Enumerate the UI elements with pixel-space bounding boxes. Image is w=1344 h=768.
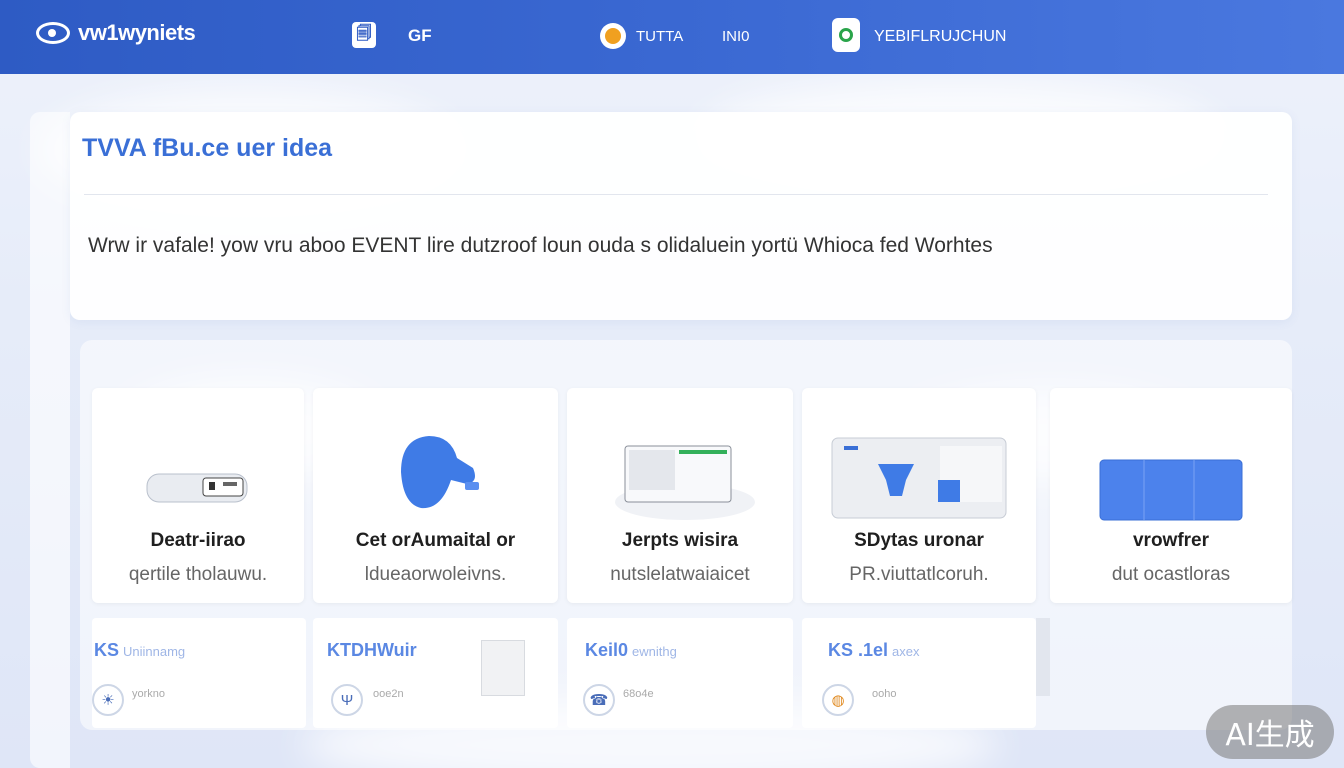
product-title: Cet orAumaital or bbox=[355, 530, 516, 551]
status-indicator-icon bbox=[600, 23, 626, 49]
product-card[interactable]: Jerpts wisira nutslelatwaiaicet bbox=[567, 388, 793, 603]
stat-heading: KS .1el axex bbox=[828, 640, 920, 660]
device-illustration-icon bbox=[146, 473, 248, 503]
product-title: Deatr-iirao bbox=[150, 530, 246, 551]
intro-description: Wrw ir vafale! yow vru aboo EVENT lire d… bbox=[88, 234, 993, 257]
side-panel bbox=[30, 112, 70, 768]
product-card[interactable]: SDytas uronar PR.viuttatlcoruh. bbox=[802, 388, 1036, 603]
product-subtitle: qertile tholauwu. bbox=[128, 564, 268, 585]
product-card[interactable]: Cet orAumaital or ldueaorwoleivns. bbox=[313, 388, 558, 603]
stat-value: ooe2n bbox=[373, 688, 404, 700]
monitor-illustration-icon bbox=[615, 445, 755, 520]
sun-icon: ☀ bbox=[92, 684, 124, 716]
gamepad-illustration-icon bbox=[400, 436, 479, 509]
stat-card[interactable]: KTDHWuir Ψ ooe2n bbox=[313, 618, 558, 728]
eye-logo-icon bbox=[36, 22, 70, 44]
user-name[interactable]: YEBIFLRUJCHUN bbox=[874, 28, 1006, 46]
top-link-1[interactable]: TUTTA bbox=[636, 28, 683, 45]
stat-card[interactable]: KS Uniinnamg ☀ yorkno bbox=[92, 618, 306, 728]
intro-card: TVVA fBu.ce uer idea Wrw ir vafale! yow … bbox=[70, 112, 1292, 320]
product-subtitle: nutslelatwaiaicet bbox=[610, 564, 750, 585]
divider bbox=[1036, 618, 1050, 696]
stat-value: ooho bbox=[872, 688, 897, 700]
stat-card[interactable]: KS .1el axex ◍ ooho bbox=[802, 618, 1036, 728]
product-subtitle: ldueaorwoleivns. bbox=[364, 564, 507, 585]
top-navigation-bar: vw1wyniets 🗐 GF TUTTA INI0 YEBIFLRUJCHUN bbox=[0, 0, 1344, 74]
product-title: SDytas uronar bbox=[854, 530, 984, 551]
user-avatar-icon[interactable] bbox=[832, 18, 860, 52]
stat-value: 68o4e bbox=[623, 688, 654, 700]
product-subtitle: PR.viuttatlcoruh. bbox=[849, 564, 989, 585]
placeholder-image bbox=[481, 640, 525, 696]
nav-item[interactable]: GF bbox=[408, 26, 432, 46]
product-title: Jerpts wisira bbox=[621, 530, 739, 551]
stat-heading: Keil0 ewnithg bbox=[585, 640, 677, 660]
phone-icon: ☎ bbox=[583, 684, 615, 716]
stat-heading: KS Uniinnamg bbox=[94, 640, 186, 660]
brand[interactable]: vw1wyniets bbox=[36, 20, 196, 46]
top-link-2[interactable]: INI0 bbox=[722, 28, 750, 45]
divider bbox=[84, 194, 1268, 195]
product-card[interactable]: Deatr-iirao qertile tholauwu. bbox=[92, 388, 304, 603]
stat-card[interactable]: Keil0 ewnithg ☎ 68o4e bbox=[567, 618, 793, 728]
stat-heading: KTDHWuir bbox=[327, 640, 417, 660]
product-card[interactable]: vrowfrer dut ocastloras bbox=[1050, 388, 1292, 603]
stat-value: yorkno bbox=[132, 688, 166, 700]
product-title: vrowfrer bbox=[1132, 530, 1210, 551]
display-illustration-icon bbox=[831, 437, 1007, 519]
trident-icon: Ψ bbox=[331, 684, 363, 716]
document-icon[interactable]: 🗐 bbox=[352, 22, 376, 48]
panel-illustration-icon bbox=[1099, 459, 1243, 521]
brand-name: vw1wyniets bbox=[78, 20, 196, 45]
page-title: TVVA fBu.ce uer idea bbox=[82, 134, 333, 162]
ai-generated-watermark: AI生成 bbox=[1206, 705, 1334, 759]
product-subtitle: dut ocastloras bbox=[1111, 564, 1231, 585]
globe-icon: ◍ bbox=[822, 684, 854, 716]
